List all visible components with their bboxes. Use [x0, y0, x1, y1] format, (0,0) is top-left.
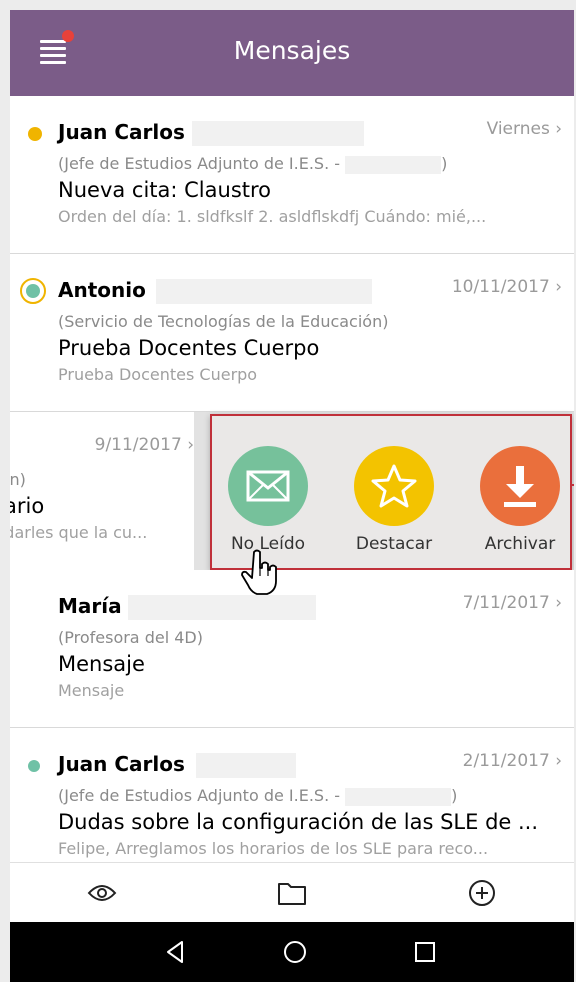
message-date: 10/11/2017 ›	[451, 277, 562, 297]
message-preview: Mensaje	[58, 681, 125, 700]
message-preview: Orden del día: 1. sldfkslf 2. asldflskdf…	[58, 207, 487, 226]
swiped-message-content[interactable]: 9/11/2017 › ición) ario rdarles que la c…	[10, 412, 208, 570]
sender-name: Juan Carlos	[58, 120, 185, 144]
sender-name: Antonio	[58, 278, 146, 302]
message-preview: rdarles que la cu...	[10, 523, 148, 542]
message-date: Viernes ›	[486, 119, 562, 139]
message-date: 2/11/2017 ›	[462, 751, 562, 771]
message-preview: Prueba Docentes Cuerpo	[58, 365, 258, 384]
sender-role: (Servicio de Tecnologías de la Educación…	[58, 312, 389, 331]
message-subject: Prueba Docentes Cuerpo	[58, 336, 320, 360]
app-bar: Mensajes	[10, 10, 574, 96]
sender-role: (Jefe de Estudios Adjunto de I.E.S. - )	[58, 154, 448, 174]
message-subject: Mensaje	[58, 652, 145, 676]
phone-screen: Mensajes Juan Carlos Viernes › (Jefe de …	[10, 10, 574, 982]
archive-button[interactable]: Archivar	[464, 416, 574, 572]
callout-pointer	[570, 484, 574, 486]
recent-apps-icon[interactable]	[410, 937, 440, 967]
download-icon	[480, 446, 560, 526]
archive-label: Archivar	[484, 534, 556, 554]
plus-circle-icon[interactable]	[462, 873, 502, 913]
star-icon	[354, 446, 434, 526]
message-list[interactable]: Juan Carlos Viernes › (Jefe de Estudios …	[10, 96, 574, 872]
sender-role: (Profesora del 4D)	[58, 628, 203, 647]
envelope-icon	[228, 446, 308, 526]
read-indicator-icon	[28, 760, 40, 772]
system-nav-bar	[10, 922, 574, 982]
sender-name: Juan Carlos	[58, 752, 185, 776]
redacted-surname	[196, 753, 296, 778]
unread-indicator-icon	[28, 127, 42, 141]
sender-name: María	[58, 594, 122, 618]
redacted-surname	[192, 121, 364, 146]
swipe-actions-panel: No Leído Destacar Archivar	[210, 414, 572, 570]
message-subject: Nueva cita: Claustro	[58, 178, 272, 202]
message-row[interactable]: Juan Carlos 2/11/2017 › (Jefe de Estudio…	[10, 728, 574, 872]
message-row-swiped[interactable]: 9/11/2017 › ición) ario rdarles que la c…	[10, 412, 574, 570]
message-date: 7/11/2017 ›	[462, 593, 562, 613]
message-date: 9/11/2017 ›	[94, 435, 194, 455]
eye-icon[interactable]	[82, 873, 122, 913]
redacted-surname	[156, 279, 372, 304]
message-row[interactable]: Juan Carlos Viernes › (Jefe de Estudios …	[10, 96, 574, 254]
page-title: Mensajes	[233, 36, 351, 65]
bottom-toolbar	[10, 862, 574, 922]
read-indicator-icon	[26, 284, 40, 298]
message-preview: Felipe, Arreglamos los horarios de los S…	[58, 839, 489, 858]
message-subject: Dudas sobre la configuración de las SLE …	[58, 810, 539, 834]
folder-icon[interactable]	[272, 873, 312, 913]
highlight-label: Destacar	[355, 534, 433, 554]
home-icon[interactable]	[280, 937, 310, 967]
sender-role: ición)	[10, 470, 26, 489]
message-subject: ario	[10, 494, 45, 518]
sender-role: (Jefe de Estudios Adjunto de I.E.S. - )	[58, 786, 458, 806]
highlight-button[interactable]: Destacar	[338, 416, 448, 572]
message-row[interactable]: María 7/11/2017 › (Profesora del 4D) Men…	[10, 570, 574, 728]
message-row[interactable]: Antonio 10/11/2017 › (Servicio de Tecnol…	[10, 254, 574, 412]
back-icon[interactable]	[160, 937, 190, 967]
swipe-divider	[194, 412, 210, 570]
hand-cursor-icon	[240, 548, 280, 596]
redacted-surname	[128, 595, 316, 620]
